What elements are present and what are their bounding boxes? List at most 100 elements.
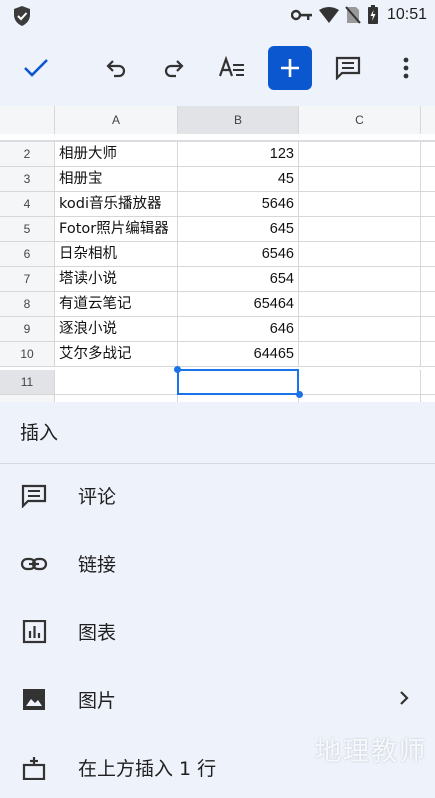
divider [0, 463, 435, 464]
status-icons: 10:51 [290, 4, 427, 26]
cell-b[interactable]: 5646 [178, 192, 299, 216]
table-row: 5 Fotor照片编辑器 645 [0, 217, 435, 242]
chevron-right-icon [400, 691, 409, 705]
cell-a[interactable]: 艾尔多战记 [55, 342, 178, 366]
text-format-button[interactable] [210, 46, 254, 90]
cell-a[interactable]: 相册大师 [55, 142, 178, 166]
row-header[interactable]: 9 [0, 317, 55, 341]
cell-a[interactable]: kodi音乐播放器 [55, 192, 178, 216]
cell-c[interactable] [299, 167, 421, 191]
undo-icon [106, 60, 126, 78]
comment-icon [335, 56, 361, 80]
row-header[interactable]: 4 [0, 192, 55, 216]
comment-icon [21, 484, 47, 508]
insert-image-item[interactable]: 图片 [0, 670, 435, 730]
table-row: 9 逐浪小说 646 [0, 317, 435, 342]
table-row [0, 395, 435, 402]
cell-b[interactable]: 6546 [178, 242, 299, 266]
redo-button[interactable] [152, 46, 196, 90]
cell-b[interactable]: 654 [178, 267, 299, 291]
wifi-icon [318, 7, 339, 23]
editor-toolbar [0, 30, 435, 106]
cell-b[interactable]: 645 [178, 217, 299, 241]
link-icon [20, 557, 48, 571]
selection-handle-end[interactable] [296, 391, 303, 398]
column-header-row: A B C [0, 106, 435, 135]
corner-cell[interactable] [0, 106, 55, 134]
cell-b[interactable]: 45 [178, 167, 299, 191]
redo-icon [164, 60, 184, 78]
insert-button[interactable] [268, 46, 312, 90]
insert-comment-item[interactable]: 评论 [0, 466, 435, 526]
selected-cell-outline[interactable] [177, 369, 299, 395]
column-header-c[interactable]: C [299, 106, 421, 134]
done-button[interactable] [14, 46, 58, 90]
cell-a[interactable] [55, 395, 178, 402]
item-label: 在上方插入 1 行 [78, 758, 217, 780]
table-row: 6 日杂相机 6546 [0, 242, 435, 267]
cell-a[interactable] [55, 370, 178, 394]
cell-b[interactable]: 65464 [178, 292, 299, 316]
item-label: 评论 [78, 486, 117, 508]
image-icon [23, 689, 45, 710]
battery-icon [367, 5, 378, 24]
item-label: 图表 [78, 622, 117, 644]
cell-c[interactable] [299, 370, 421, 394]
row-header[interactable]: 11 [0, 370, 55, 394]
more-options-button[interactable] [384, 46, 428, 90]
table-row: 8 有道云笔记 65464 [0, 292, 435, 317]
insert-chart-item[interactable]: 图表 [0, 602, 435, 662]
insert-row-above-icon [22, 757, 46, 780]
cell-b[interactable]: 646 [178, 317, 299, 341]
cell-c[interactable] [299, 342, 421, 366]
cell-a[interactable]: Fotor照片编辑器 [55, 217, 178, 241]
more-vert-icon [403, 57, 409, 79]
table-row: 2 相册大师 123 [0, 142, 435, 167]
cell-a[interactable]: 逐浪小说 [55, 317, 178, 341]
cell-c[interactable] [299, 267, 421, 291]
row-header[interactable]: 2 [0, 142, 55, 166]
table-row: 7 塔读小说 654 [0, 267, 435, 292]
cell-b[interactable]: 64465 [178, 342, 299, 366]
cell-a[interactable]: 日杂相机 [55, 242, 178, 266]
row-header[interactable]: 7 [0, 267, 55, 291]
table-row: 3 相册宝 45 [0, 167, 435, 192]
cell-a[interactable]: 塔读小说 [55, 267, 178, 291]
cell-c[interactable] [299, 292, 421, 316]
row-header[interactable] [0, 395, 55, 402]
comment-button[interactable] [326, 46, 370, 90]
cell-a[interactable]: 有道云笔记 [55, 292, 178, 316]
column-header-b[interactable]: B [178, 106, 299, 134]
item-label: 链接 [78, 554, 117, 576]
insert-link-item[interactable]: 链接 [0, 534, 435, 594]
watermark: 地理教师 [314, 737, 427, 767]
text-format-icon [218, 56, 244, 77]
item-label: 图片 [78, 690, 117, 712]
cell-b[interactable]: 123 [178, 142, 299, 166]
cell-c[interactable] [299, 395, 421, 402]
cell-b[interactable] [178, 395, 299, 402]
row-header[interactable]: 3 [0, 167, 55, 191]
vpn-key-icon [290, 9, 312, 21]
row-header[interactable]: 10 [0, 342, 55, 366]
cell-c[interactable] [299, 142, 421, 166]
table-row: 10 艾尔多战记 64465 [0, 342, 435, 367]
row-header[interactable]: 8 [0, 292, 55, 316]
cell-c[interactable] [299, 192, 421, 216]
column-header-a[interactable]: A [55, 106, 178, 134]
undo-button[interactable] [94, 46, 138, 90]
status-bar: 10:51 [0, 0, 435, 30]
clock: 10:51 [386, 6, 427, 23]
cell-a[interactable]: 相册宝 [55, 167, 178, 191]
shield-icon [14, 6, 30, 26]
cell-c[interactable] [299, 242, 421, 266]
cell-c[interactable] [299, 317, 421, 341]
panel-title: 插入 [20, 422, 59, 444]
cell-c[interactable] [299, 217, 421, 241]
selection-handle-start[interactable] [174, 366, 181, 373]
spreadsheet-grid[interactable]: A B C 2 相册大师 123 3 相册宝 45 4 kodi音乐播放器 56… [0, 106, 435, 402]
table-row: 4 kodi音乐播放器 5646 [0, 192, 435, 217]
row-header[interactable]: 5 [0, 217, 55, 241]
row-header[interactable]: 6 [0, 242, 55, 266]
frozen-row-divider [0, 134, 435, 142]
